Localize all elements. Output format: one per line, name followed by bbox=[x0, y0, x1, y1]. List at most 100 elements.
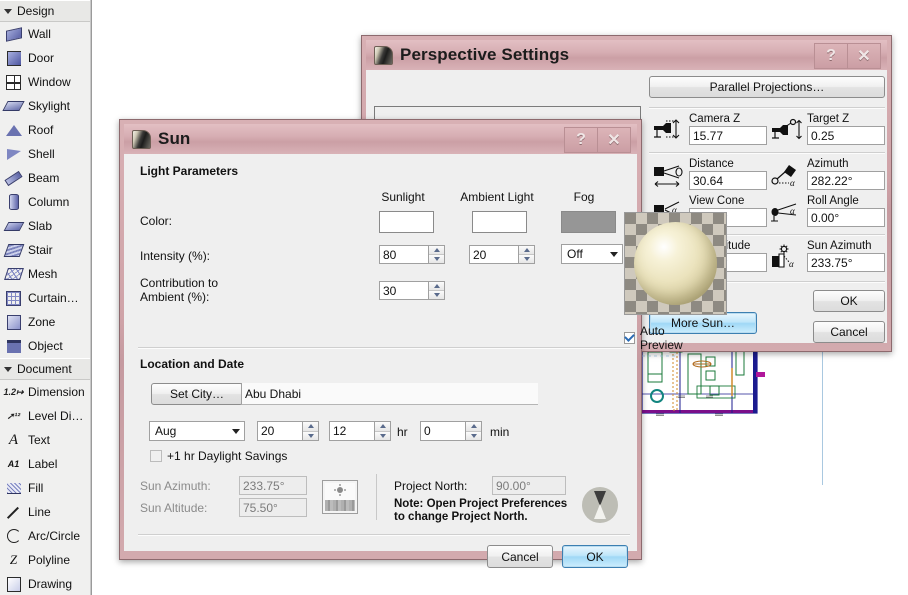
toolbox-group-design[interactable]: Design bbox=[0, 0, 91, 22]
spin-up-button[interactable] bbox=[466, 422, 481, 432]
spin-up-button[interactable] bbox=[429, 246, 444, 255]
sun-altitude-readout-label: Sun Altitude: bbox=[140, 501, 208, 515]
spin-down-button[interactable] bbox=[466, 431, 481, 440]
day-input[interactable]: 20 bbox=[257, 421, 302, 441]
help-button[interactable]: ? bbox=[814, 43, 847, 69]
auto-preview-checkbox-row[interactable]: Auto Preview bbox=[624, 324, 684, 352]
spin-up-button[interactable] bbox=[429, 282, 444, 291]
camera-z-input[interactable]: 15.77 bbox=[689, 126, 767, 145]
minute-input[interactable]: 0 bbox=[420, 421, 465, 441]
sun-ok-button[interactable]: OK bbox=[562, 545, 628, 568]
tool-dimension[interactable]: 1.2↦ Dimension bbox=[0, 380, 91, 404]
tool-beam[interactable]: Beam bbox=[0, 166, 91, 190]
tool-arc-circle[interactable]: Arc/Circle bbox=[0, 524, 91, 548]
perspective-ok-button[interactable]: OK bbox=[813, 290, 885, 312]
tool-mesh[interactable]: Mesh bbox=[0, 262, 91, 286]
sun-titlebar[interactable]: Sun ? ✕ bbox=[124, 124, 637, 154]
perspective-titlebar[interactable]: Perspective Settings ? ✕ bbox=[366, 40, 887, 70]
toolbox-group-document[interactable]: Document bbox=[0, 358, 91, 380]
fog-color-swatch[interactable] bbox=[561, 211, 616, 233]
month-select[interactable]: Aug bbox=[149, 421, 245, 441]
tool-polyline[interactable]: Z Polyline bbox=[0, 548, 91, 572]
set-city-button[interactable]: Set City… bbox=[151, 383, 243, 405]
ambient-intensity-stepper[interactable]: 20 bbox=[469, 245, 535, 264]
contribution-input[interactable]: 30 bbox=[379, 281, 428, 300]
preview-sphere-shape bbox=[634, 222, 717, 305]
tool-level-dimension[interactable]: ➚¹² Level Di… bbox=[0, 404, 91, 428]
toolbox-edge bbox=[90, 0, 91, 595]
tool-column[interactable]: Column bbox=[0, 190, 91, 214]
day-stepper[interactable]: 20 bbox=[257, 421, 319, 441]
tool-object[interactable]: Object bbox=[0, 334, 91, 358]
daylight-savings-checkbox[interactable] bbox=[150, 450, 162, 462]
tool-door[interactable]: Door bbox=[0, 46, 91, 70]
spin-up-button[interactable] bbox=[375, 422, 390, 432]
sun-path-preview-button[interactable] bbox=[322, 480, 358, 514]
toolbox-panel[interactable]: Design Wall Door Window Skylight Roof Sh… bbox=[0, 0, 92, 595]
hour-input[interactable]: 12 bbox=[329, 421, 374, 441]
contribution-stepper[interactable]: 30 bbox=[379, 281, 445, 300]
hour-unit-label: hr bbox=[397, 425, 408, 439]
tool-fill[interactable]: Fill bbox=[0, 476, 91, 500]
minute-stepper[interactable]: 0 bbox=[420, 421, 482, 441]
minute-spin-buttons[interactable] bbox=[465, 421, 482, 441]
tool-label: Mesh bbox=[28, 267, 58, 281]
spin-down-button[interactable] bbox=[303, 431, 318, 440]
parallel-projections-button[interactable]: Parallel Projections… bbox=[649, 76, 885, 98]
contribution-spin-buttons[interactable] bbox=[428, 281, 445, 300]
tool-skylight[interactable]: Skylight bbox=[0, 94, 91, 118]
perspective-title: Perspective Settings bbox=[400, 45, 570, 64]
tool-shell[interactable]: Shell bbox=[0, 142, 91, 166]
tool-zone[interactable]: Zone bbox=[0, 310, 91, 334]
spin-up-button[interactable] bbox=[303, 422, 318, 432]
tool-stair[interactable]: Stair bbox=[0, 238, 91, 262]
ambient-intensity-spin-buttons[interactable] bbox=[518, 245, 535, 264]
line-icon bbox=[4, 503, 23, 522]
sunlight-intensity-stepper[interactable]: 80 bbox=[379, 245, 445, 264]
fog-select[interactable]: Off bbox=[561, 244, 623, 264]
spin-down-button[interactable] bbox=[429, 291, 444, 299]
daylight-savings-label: +1 hr Daylight Savings bbox=[167, 449, 288, 463]
azimuth-input[interactable]: 282.22° bbox=[807, 171, 885, 190]
hour-stepper[interactable]: 12 bbox=[329, 421, 391, 441]
sun-dialog[interactable]: Sun ? ✕ Light Parameters Sunlight Ambien… bbox=[119, 119, 727, 568]
compass-north-indicator[interactable] bbox=[582, 487, 618, 523]
tool-label: Drawing bbox=[28, 577, 73, 591]
tool-label[interactable]: A1 Label bbox=[0, 452, 91, 476]
sunlight-intensity-input[interactable]: 80 bbox=[379, 245, 428, 264]
help-button[interactable]: ? bbox=[564, 127, 597, 153]
tool-roof[interactable]: Roof bbox=[0, 118, 91, 142]
tool-curtain-wall[interactable]: Curtain… bbox=[0, 286, 91, 310]
auto-preview-checkbox[interactable] bbox=[624, 332, 635, 344]
tool-wall[interactable]: Wall bbox=[0, 22, 91, 46]
spin-down-button[interactable] bbox=[429, 255, 444, 263]
day-spin-buttons[interactable] bbox=[302, 421, 319, 441]
city-input[interactable]: Abu Dhabi bbox=[241, 383, 538, 405]
spin-down-button[interactable] bbox=[375, 431, 390, 440]
tool-line[interactable]: Line bbox=[0, 500, 91, 524]
daylight-savings-checkbox-row[interactable]: +1 hr Daylight Savings bbox=[150, 449, 287, 463]
sunlight-color-swatch[interactable] bbox=[379, 211, 434, 233]
view-cone-label: View Cone bbox=[689, 195, 745, 207]
roll-angle-input[interactable]: 0.00° bbox=[807, 208, 885, 227]
ambient-color-swatch[interactable] bbox=[472, 211, 527, 233]
distance-input[interactable]: 30.64 bbox=[689, 171, 767, 190]
spin-down-button[interactable] bbox=[519, 255, 534, 263]
close-button[interactable]: ✕ bbox=[847, 43, 881, 69]
tool-slab[interactable]: Slab bbox=[0, 214, 91, 238]
close-button[interactable]: ✕ bbox=[597, 127, 631, 153]
perspective-cancel-button[interactable]: Cancel bbox=[813, 321, 885, 343]
target-z-input[interactable]: 0.25 bbox=[807, 126, 885, 145]
compass-south-needle-icon bbox=[594, 504, 606, 519]
tool-window[interactable]: Window bbox=[0, 70, 91, 94]
tool-text[interactable]: A Text bbox=[0, 428, 91, 452]
sunlight-intensity-spin-buttons[interactable] bbox=[428, 245, 445, 264]
zone-icon bbox=[4, 313, 23, 332]
spin-up-button[interactable] bbox=[519, 246, 534, 255]
ambient-intensity-input[interactable]: 20 bbox=[469, 245, 518, 264]
tool-drawing[interactable]: Drawing bbox=[0, 572, 91, 595]
sun-cancel-button[interactable]: Cancel bbox=[487, 545, 553, 568]
sun-azimuth-input[interactable]: 233.75° bbox=[807, 253, 885, 272]
sun-altitude-readout: 75.50° bbox=[239, 498, 307, 517]
hour-spin-buttons[interactable] bbox=[374, 421, 391, 441]
